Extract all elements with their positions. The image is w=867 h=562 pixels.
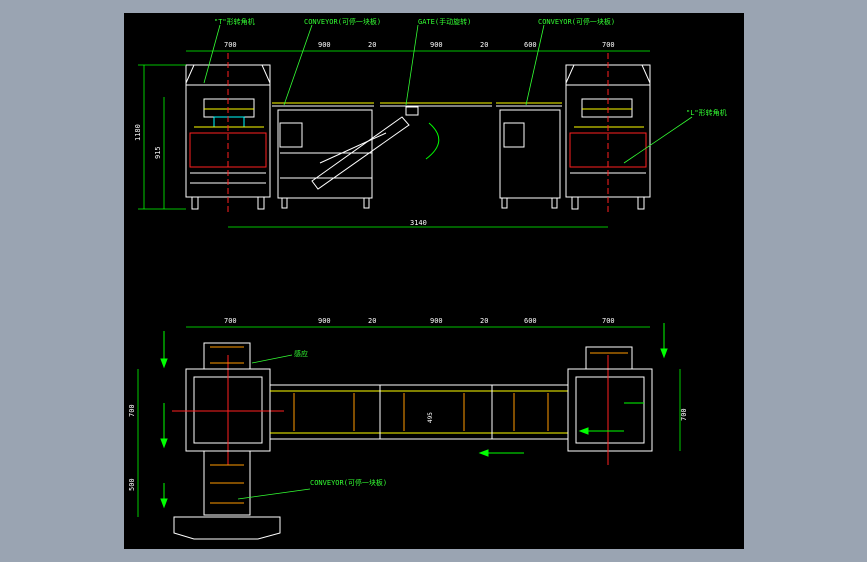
dim-495: 495 (427, 412, 434, 423)
dim-20-bottom-2: 20 (480, 317, 488, 325)
dim-700-bottom-2: 700 (602, 317, 615, 325)
dim-915: 915 (154, 146, 162, 159)
cad-drawing-canvas: 700 900 20 900 20 600 700 3140 1180 915 … (124, 13, 744, 549)
dim-700-top-2: 700 (602, 41, 615, 49)
label-sensor: 感应 (294, 349, 308, 358)
dim-20-top-2: 20 (480, 41, 488, 49)
label-l-machine: "L"形转角机 (686, 108, 727, 117)
dim-500-left: 500 (128, 478, 136, 491)
l-machine-plan (567, 346, 653, 465)
dim-700-top-1: 700 (224, 41, 237, 49)
dim-20-top-1: 20 (368, 41, 376, 49)
conveyor-2-elevation (496, 102, 562, 209)
plan-conveyors (269, 384, 569, 440)
label-conveyor-3: CONVEYOR(可停一块板) (310, 478, 387, 487)
flow-arrows (160, 323, 668, 509)
plan-view: 700 900 20 900 20 600 700 700 500 700 49… (128, 317, 688, 540)
elevation-view: 700 900 20 900 20 600 700 3140 1180 915 … (134, 17, 727, 228)
dim-700-right: 700 (680, 408, 688, 421)
dim-700-left: 700 (128, 404, 136, 417)
label-conveyor-1: CONVEYOR(可停一块板) (304, 17, 381, 26)
dim-900-top-1: 900 (318, 41, 331, 49)
label-gate: GATE(手动旋转) (418, 17, 471, 26)
plan-dimensions (137, 326, 681, 517)
dim-600-top: 600 (524, 41, 537, 49)
dim-3140: 3140 (410, 219, 427, 227)
dim-900-bottom-1: 900 (318, 317, 331, 325)
conveyor-1-elevation (272, 102, 374, 209)
elevation-leaders (203, 24, 693, 164)
dim-900-bottom-2: 900 (430, 317, 443, 325)
dim-600-bottom: 600 (524, 317, 537, 325)
dim-900-top-2: 900 (430, 41, 443, 49)
label-conveyor-2: CONVEYOR(可停一块板) (538, 17, 615, 26)
dim-700-bottom-1: 700 (224, 317, 237, 325)
t-machine-plan (172, 342, 284, 540)
cad-drawing: 700 900 20 900 20 600 700 3140 1180 915 … (128, 17, 727, 540)
gate-elevation (311, 102, 492, 190)
dim-20-bottom-1: 20 (368, 317, 376, 325)
label-t-machine: "T"形转角机 (214, 17, 255, 26)
dim-1180: 1180 (134, 124, 142, 141)
elevation-dimensions (138, 50, 650, 228)
